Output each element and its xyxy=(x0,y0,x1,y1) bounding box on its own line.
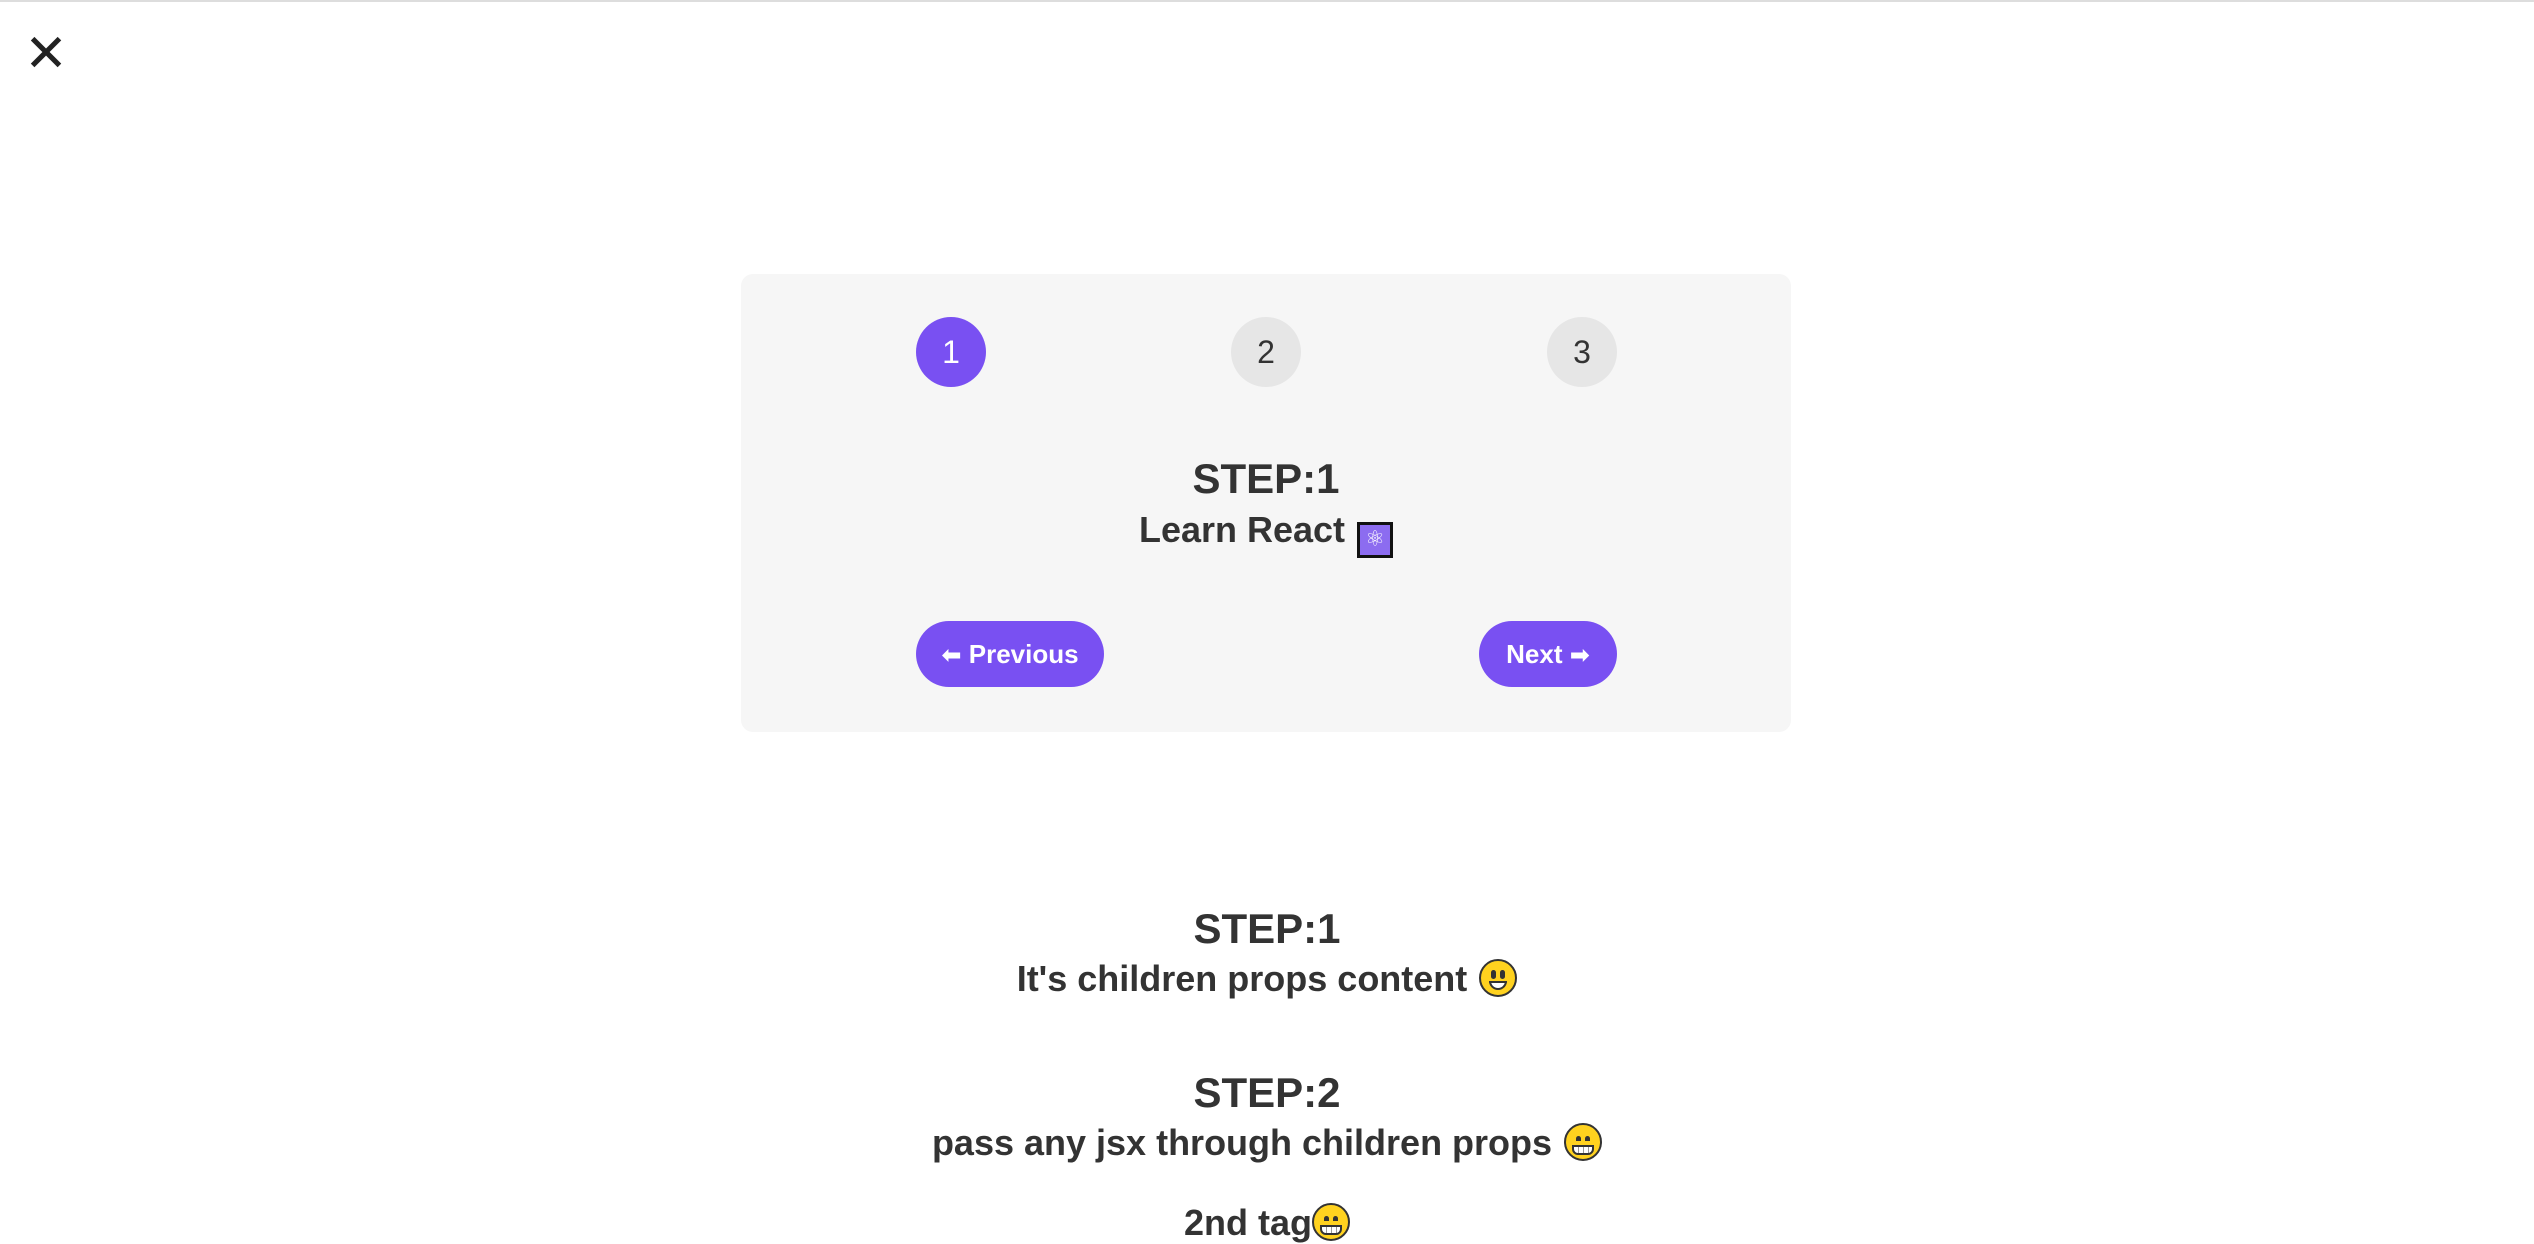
grin-icon xyxy=(1312,1203,1350,1241)
children-step-1-text: It's children props content xyxy=(1016,958,1468,999)
step-indicator-1[interactable]: 1 xyxy=(916,317,986,387)
children-step-1-title: STEP:1 xyxy=(1193,905,1341,952)
step-message-text: Learn React xyxy=(1138,509,1346,550)
step-indicator-2[interactable]: 2 xyxy=(1231,317,1301,387)
step-message: Learn React ⚛ xyxy=(741,509,1791,558)
previous-button-label: Previous xyxy=(968,639,1079,669)
steps-card: 1 2 3 STEP:1 Learn React ⚛ ⬅ Previous Nex… xyxy=(741,274,1791,732)
arrow-right-icon: ➡ xyxy=(1569,641,1590,669)
children-step-1-message: It's children props content xyxy=(0,958,2534,1000)
second-tag-text: 2nd tag xyxy=(1183,1202,1312,1243)
atom-icon: ⚛ xyxy=(1357,522,1394,558)
next-button[interactable]: Next ➡ xyxy=(1479,621,1617,687)
close-icon: ✕ xyxy=(24,24,68,84)
top-border xyxy=(0,0,2534,2)
arrow-left-icon: ⬅ xyxy=(941,641,962,669)
second-tag: 2nd tag xyxy=(0,1202,2534,1244)
children-step-2-text: pass any jsx through children props xyxy=(931,1122,1553,1163)
previous-button[interactable]: ⬅ Previous xyxy=(916,621,1104,687)
smiley-icon xyxy=(1479,959,1518,997)
children-step-2-title: STEP:2 xyxy=(1193,1069,1341,1116)
children-step-2-message: pass any jsx through children props xyxy=(0,1122,2534,1164)
grin-icon xyxy=(1564,1123,1603,1161)
close-button[interactable]: ✕ xyxy=(22,28,70,80)
step-indicator-3[interactable]: 3 xyxy=(1547,317,1617,387)
next-button-label: Next xyxy=(1506,639,1563,669)
step-title: STEP:1 xyxy=(1192,455,1340,502)
